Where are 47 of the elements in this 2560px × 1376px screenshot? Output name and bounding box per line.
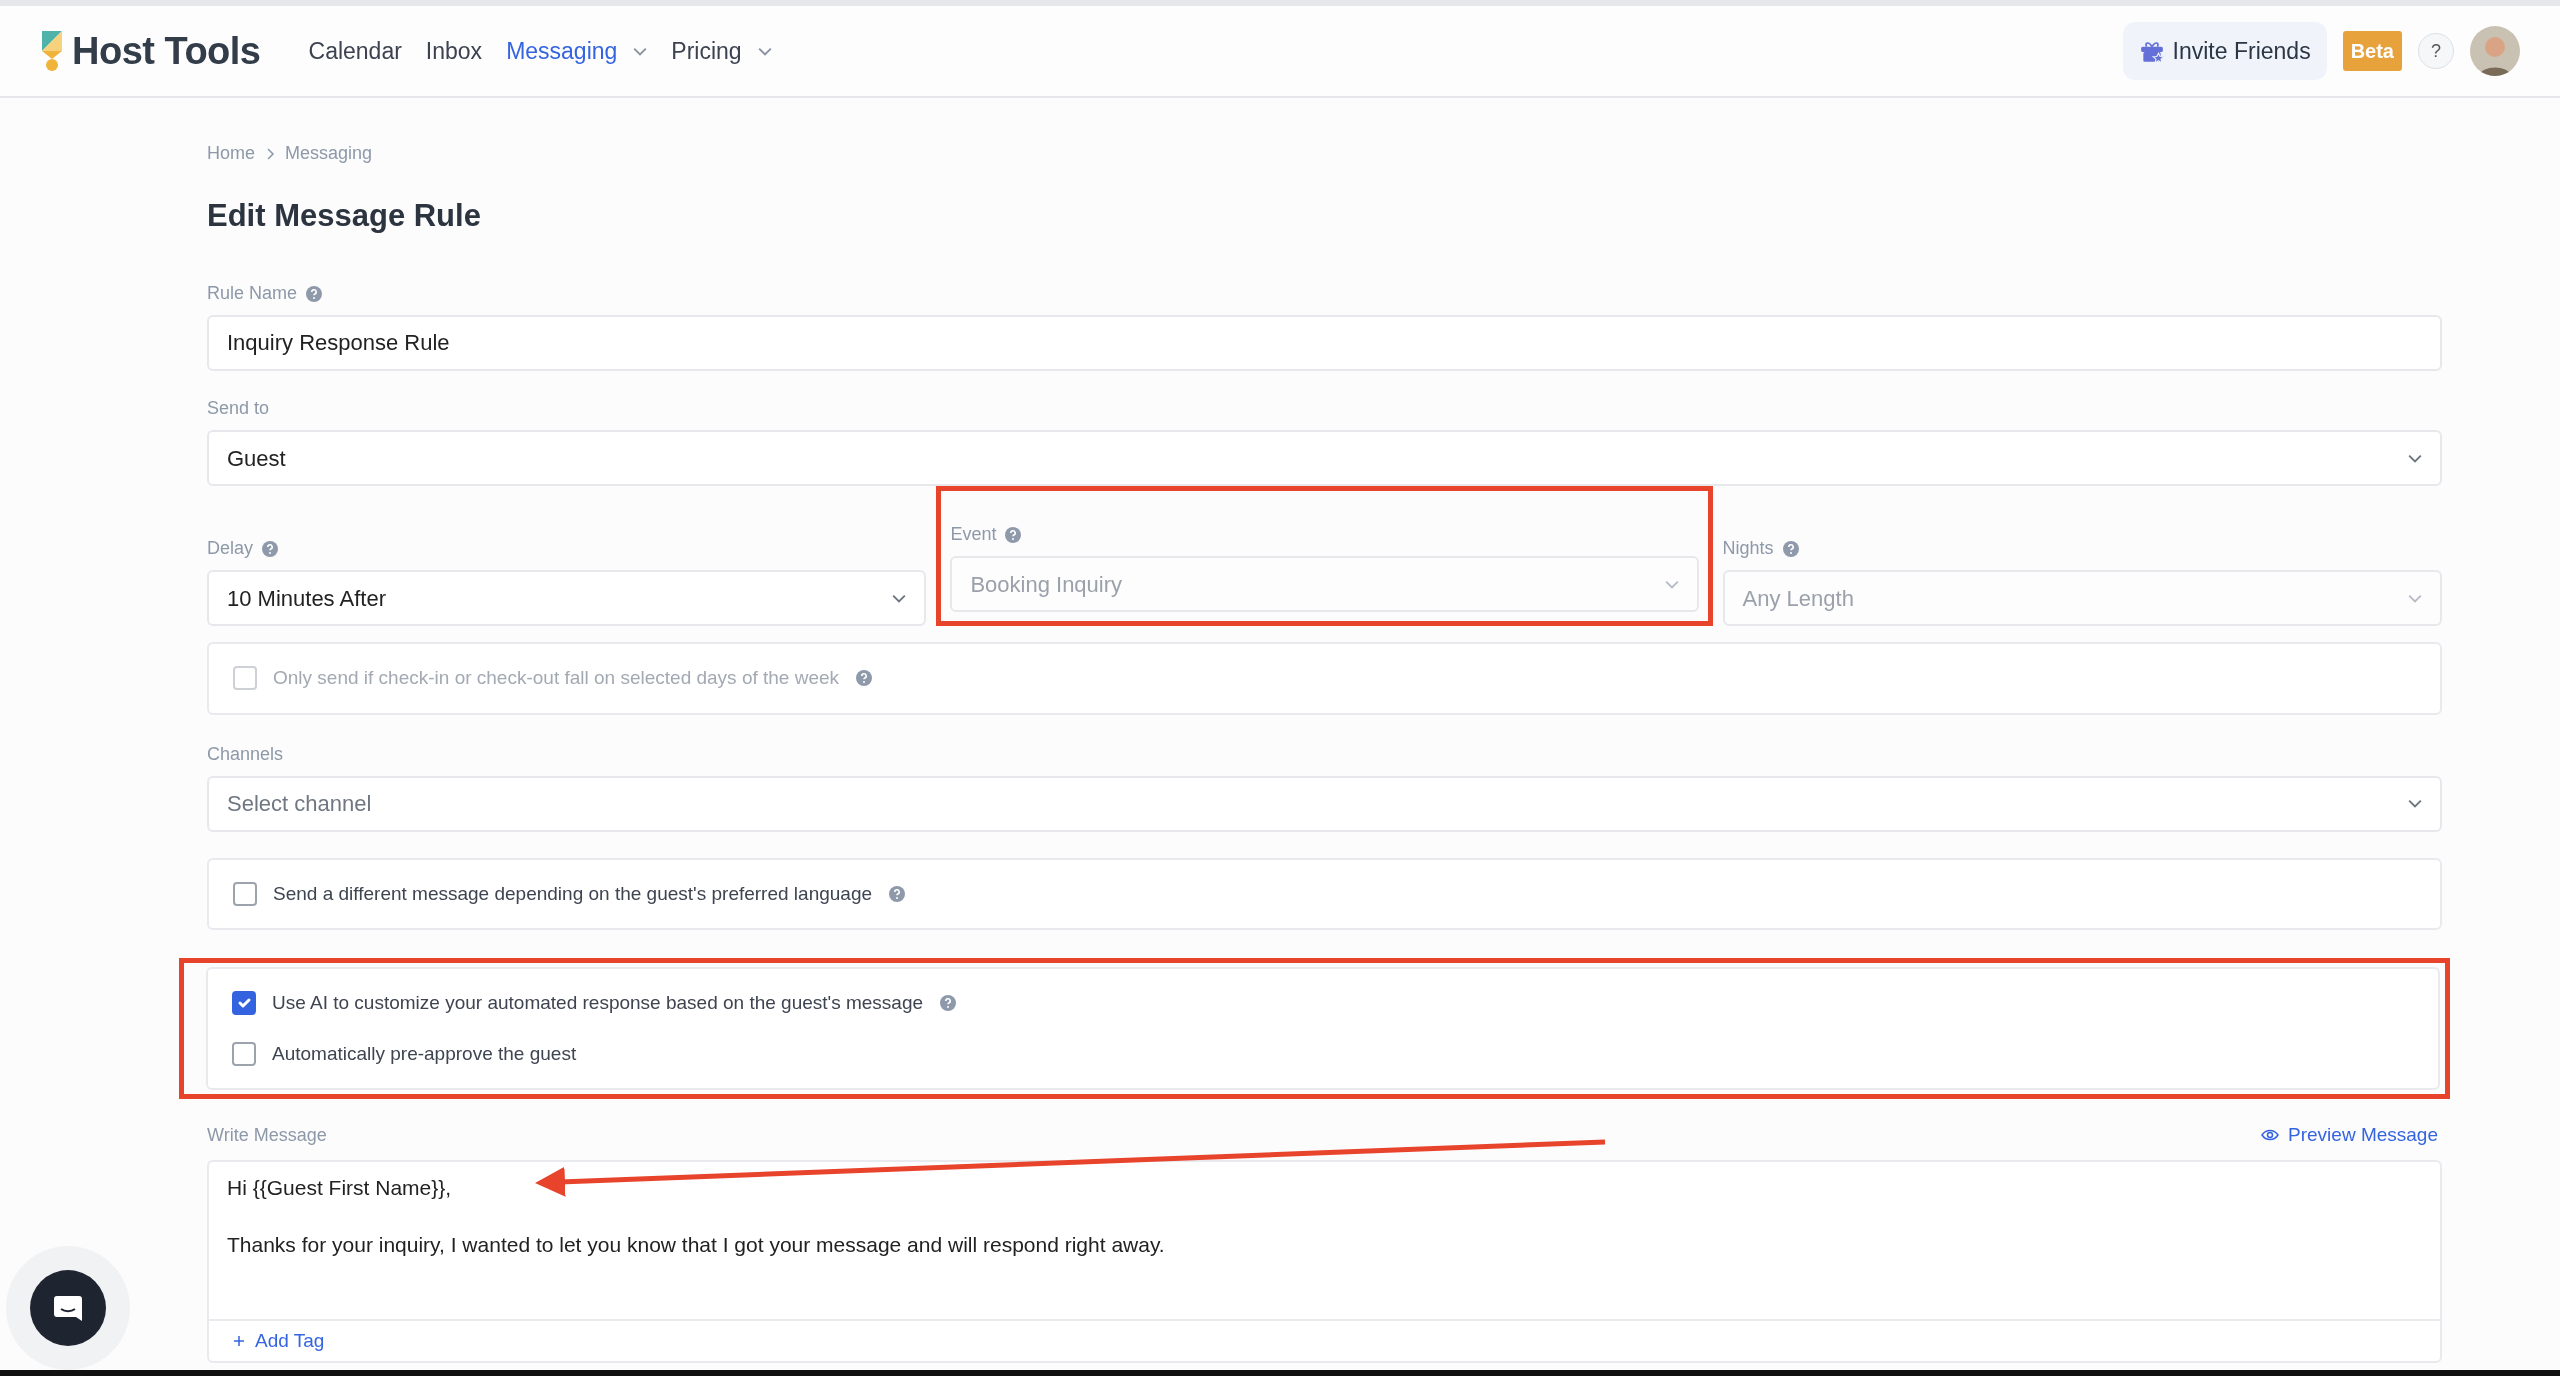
chevron-down-icon [892, 593, 907, 603]
message-text-area[interactable]: Hi {{Guest First Name}}, Thanks for your inquiry, I wanted to let you know that I got your message and will respond right away. [209, 1161, 2440, 1312]
help-icon [939, 994, 958, 1013]
avatar-icon [2470, 26, 2520, 76]
field-label: Rule Name [207, 282, 298, 306]
field-label: Delay [207, 537, 254, 561]
beta-badge: Beta [2342, 31, 2402, 71]
nav-link[interactable]: Messaging [506, 33, 618, 69]
text-input-field[interactable]: Inquiry Response Rule [207, 315, 2442, 372]
brand-name[interactable]: Host Tools [72, 22, 261, 80]
chevron-down-icon [2408, 593, 2422, 603]
nav-link[interactable]: Pricing [671, 33, 742, 69]
select-field[interactable]: Select channel [207, 775, 2442, 832]
preview-message-link[interactable]: Preview Message [2260, 1121, 2438, 1150]
help-button[interactable]: ? [2418, 33, 2454, 69]
nav-link[interactable]: Inbox [425, 33, 483, 69]
select-field[interactable]: 10 Minutes After [207, 570, 927, 627]
plus-icon [233, 1334, 245, 1347]
field-label: Send to [207, 397, 270, 421]
option-label: Automatically pre-approve the guest [272, 1041, 577, 1066]
message-editor[interactable]: Hi {{Guest First Name}}, Thanks for your inquiry, I wanted to let you know that I got your message and will respond right away. Add Tag [207, 1159, 2442, 1364]
option-label: Only send if check-in or check-out fall on selected days of the week [273, 666, 840, 691]
checkbox[interactable] [233, 881, 257, 906]
field-label: Channels [207, 742, 284, 766]
checkbox[interactable] [232, 1041, 256, 1066]
option-label: Use AI to customize your automated response based on the guest's message [272, 991, 924, 1016]
add-tag-button[interactable]: Add Tag [233, 1326, 325, 1356]
page-title: Edit Message Rule [207, 197, 482, 235]
help-icon [305, 284, 324, 303]
option-label: Send a different message depending on the guest's preferred language [273, 881, 873, 906]
logo-icon [40, 29, 64, 73]
field-label: Nights [1722, 537, 1774, 561]
help-icon [1004, 525, 1023, 544]
help-icon [855, 669, 874, 688]
invite-friends-button[interactable]: Invite Friends [2122, 21, 2327, 81]
chevron-down-icon [2408, 453, 2422, 463]
nav-link[interactable]: Calendar [308, 33, 402, 69]
field-label: Write Message [207, 1123, 327, 1147]
chevron-down-icon [2408, 799, 2422, 809]
help-icon [888, 884, 907, 903]
chevron-down-icon [1664, 579, 1679, 589]
checkbox[interactable] [232, 991, 256, 1016]
select-field[interactable]: Guest [207, 430, 2442, 487]
chat-icon [53, 1293, 83, 1323]
help-icon [1781, 539, 1800, 558]
field-label: Event [950, 523, 997, 547]
help-icon [261, 539, 280, 558]
